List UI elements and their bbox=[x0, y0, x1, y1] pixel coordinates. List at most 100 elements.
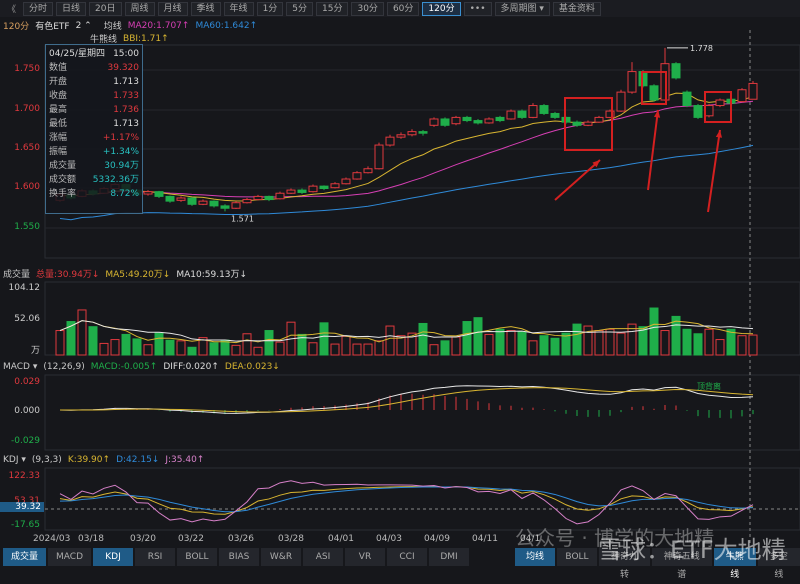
volume-bar bbox=[583, 325, 593, 356]
volume-bar bbox=[352, 343, 362, 356]
volume-bar bbox=[572, 323, 582, 356]
candle-down bbox=[649, 85, 659, 101]
candle-down bbox=[440, 118, 450, 126]
price-axis-label: 1.700 bbox=[14, 104, 40, 114]
date-label: 03/20 bbox=[130, 534, 156, 544]
volume-bar bbox=[748, 334, 758, 356]
volume-axis-unit: 万 bbox=[30, 346, 40, 356]
candle-down bbox=[693, 105, 703, 118]
info-label: 成交额 bbox=[49, 175, 77, 185]
candle-up bbox=[627, 71, 637, 93]
kdj-crosshair-value: 39.32 bbox=[0, 502, 44, 512]
volume-bar bbox=[253, 346, 263, 356]
macd-axis-top: 0.029 bbox=[14, 377, 40, 387]
indicator-tab-asi[interactable]: ASI bbox=[303, 548, 343, 566]
info-value: 39.320 bbox=[107, 63, 140, 73]
volume-bar bbox=[704, 328, 714, 356]
date-label: 03/22 bbox=[178, 534, 204, 544]
j-value: J:35.40↑ bbox=[165, 455, 205, 465]
kdj-header: KDJ ▾ (9,3,3) K:39.90↑ D:42.15↓ J:35.40↑ bbox=[3, 455, 204, 465]
indicator-tab-macd[interactable]: MACD bbox=[48, 548, 91, 566]
candle-up bbox=[616, 91, 626, 112]
overlay-tab-0[interactable]: 均线 bbox=[515, 548, 555, 566]
date-label: 04/11 bbox=[472, 534, 498, 544]
volume-bar bbox=[88, 326, 98, 356]
candle-down bbox=[154, 191, 164, 197]
volume-bar bbox=[539, 335, 549, 356]
candle-down bbox=[572, 121, 582, 126]
overlay-tab-1[interactable]: BOLL bbox=[557, 548, 597, 566]
panel-frame bbox=[44, 44, 800, 259]
candle-up bbox=[737, 89, 747, 103]
volume-bar bbox=[484, 333, 494, 356]
k-value: K:39.90↑ bbox=[67, 455, 111, 465]
info-value: 5332.36万 bbox=[92, 175, 139, 185]
date-label: 03/18 bbox=[78, 534, 104, 544]
volume-bar bbox=[418, 322, 428, 356]
indicator-tab-bias[interactable]: BIAS bbox=[219, 548, 259, 566]
d-line bbox=[59, 486, 754, 513]
panel-frame bbox=[44, 374, 800, 451]
volume-title: 成交量 bbox=[3, 270, 31, 280]
candle-up bbox=[374, 144, 384, 170]
indicator-tab-dmi[interactable]: DMI bbox=[429, 548, 469, 566]
volume-ma10: MA10:59.13万↓ bbox=[176, 270, 248, 280]
volume-header: 成交量 总量:30.94万↓ MA5:49.20万↓ MA10:59.13万↓ bbox=[3, 267, 247, 280]
candle-down bbox=[539, 105, 549, 114]
watermark-xueqiu: 雪球：ETF大地精 bbox=[598, 536, 786, 564]
kdj-title[interactable]: KDJ ▾ bbox=[3, 455, 26, 465]
indicator-tab-kdj[interactable]: KDJ bbox=[93, 548, 133, 566]
price-axis-label: 1.750 bbox=[14, 64, 40, 74]
kdj-axis-top: 122.33 bbox=[8, 471, 41, 481]
volume-bar bbox=[363, 343, 373, 356]
indicator-tab-w&r[interactable]: W&R bbox=[261, 548, 301, 566]
volume-bar bbox=[231, 344, 241, 356]
indicator-tab-rsi[interactable]: RSI bbox=[135, 548, 175, 566]
indicator-tab-vr[interactable]: VR bbox=[345, 548, 385, 566]
info-value: 1.713 bbox=[113, 77, 139, 87]
indicator-tab-成交量[interactable]: 成交量 bbox=[3, 548, 47, 566]
volume-bar bbox=[594, 330, 604, 356]
info-value: 1.736 bbox=[113, 105, 139, 115]
candle-up bbox=[715, 99, 725, 107]
high-label: 1.778 bbox=[690, 44, 713, 53]
volume-bar bbox=[440, 340, 450, 356]
candle-up bbox=[451, 116, 461, 125]
info-value: 1.733 bbox=[113, 91, 139, 101]
candle-up bbox=[176, 197, 186, 201]
candle-down bbox=[165, 195, 175, 202]
volume-bar bbox=[308, 342, 318, 356]
info-value: 30.94万 bbox=[104, 161, 139, 171]
volume-bar bbox=[165, 339, 175, 356]
candle-up bbox=[275, 192, 285, 200]
volume-total: 总量:30.94万↓ bbox=[36, 270, 100, 280]
candle-up bbox=[594, 116, 604, 123]
volume-bar bbox=[682, 328, 692, 356]
volume-bar bbox=[110, 339, 120, 356]
macd-title[interactable]: MACD ▾ bbox=[3, 362, 37, 372]
date-label: 04/01 bbox=[328, 534, 354, 544]
volume-bar bbox=[330, 343, 340, 356]
info-label: 涨幅 bbox=[49, 133, 68, 143]
volume-bar bbox=[242, 333, 252, 356]
macd-axis-bottom: -0.029 bbox=[10, 436, 40, 446]
candle-down bbox=[671, 63, 681, 79]
info-row: 最低 1.713 bbox=[49, 117, 139, 131]
annotation-arrow bbox=[647, 109, 659, 191]
info-row: 数值 39.320 bbox=[49, 61, 139, 75]
info-row: 收盘 1.733 bbox=[49, 89, 139, 103]
candle-up bbox=[198, 200, 208, 205]
info-date: 04/25/星期四 bbox=[49, 49, 105, 59]
volume-axis-mid: 52.06 bbox=[14, 314, 40, 324]
volume-bar bbox=[473, 317, 483, 356]
volume-ma5: MA5:49.20万↓ bbox=[105, 270, 171, 280]
volume-bar bbox=[715, 339, 725, 356]
candle-up bbox=[143, 191, 153, 195]
volume-bar bbox=[726, 328, 736, 356]
candle-up bbox=[429, 118, 439, 126]
indicator-tab-boll[interactable]: BOLL bbox=[177, 548, 217, 566]
volume-bar bbox=[451, 336, 461, 356]
indicator-tab-cci[interactable]: CCI bbox=[387, 548, 427, 566]
candle-up bbox=[407, 131, 417, 136]
candle-down bbox=[682, 91, 692, 107]
